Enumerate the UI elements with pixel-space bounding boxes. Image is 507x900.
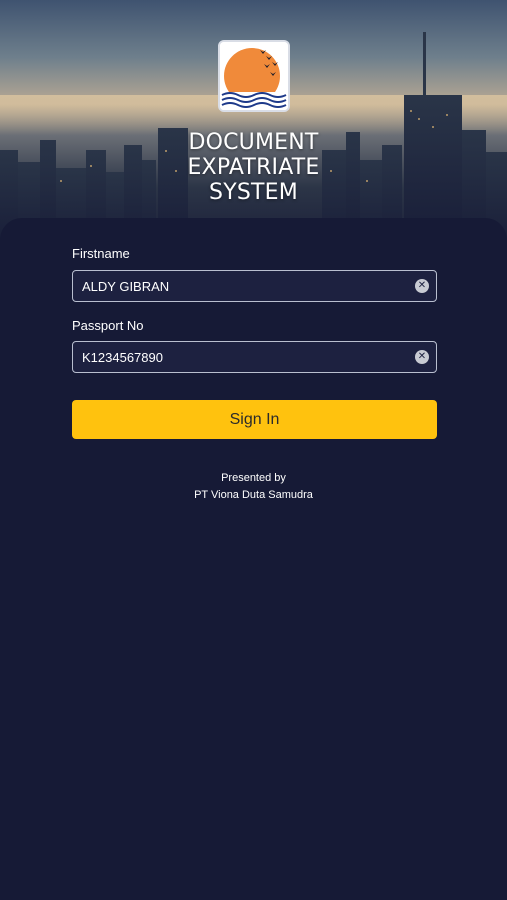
presented-by-text: Presented by xyxy=(221,472,286,484)
sun-birds-waves-logo-icon xyxy=(220,42,288,110)
passport-input[interactable] xyxy=(73,342,403,372)
app-title-line-3: SYSTEM xyxy=(209,180,298,205)
app-logo xyxy=(218,40,290,112)
company-name: PT Viona Duta Samudra xyxy=(194,489,313,501)
firstname-label: Firstname xyxy=(72,246,130,261)
app-title: DOCUMENT EXPATRIATE SYSTEM xyxy=(0,130,507,205)
app-title-line-1: DOCUMENT xyxy=(188,130,319,155)
app-title-line-2: EXPATRIATE xyxy=(187,155,320,180)
clear-passport-icon[interactable]: ✕ xyxy=(415,350,429,364)
sign-in-button[interactable]: Sign In xyxy=(72,400,437,439)
passport-label: Passport No xyxy=(72,318,144,333)
clear-firstname-icon[interactable]: ✕ xyxy=(415,279,429,293)
firstname-field[interactable]: ✕ xyxy=(72,270,437,302)
passport-field[interactable]: ✕ xyxy=(72,341,437,373)
firstname-input[interactable] xyxy=(73,271,403,301)
